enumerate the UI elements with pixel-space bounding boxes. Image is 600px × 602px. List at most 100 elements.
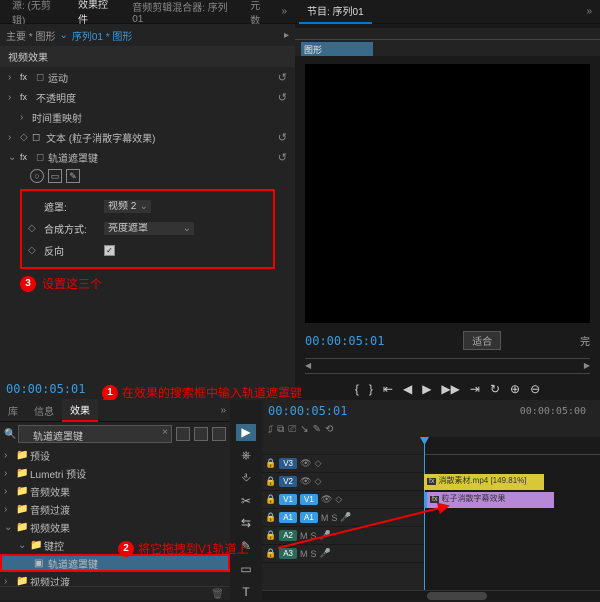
- tree-video-fx[interactable]: ⌄📁视频效果: [0, 518, 230, 536]
- tabs-overflow-icon[interactable]: »: [216, 405, 230, 416]
- effect-label: 运动: [48, 70, 278, 85]
- selection-tool-icon[interactable]: ▶: [236, 424, 256, 441]
- transport-controls: { } ⇤ ◀ ▶ ▶▶ ⇥ ↻ ⊕ ⊖: [295, 378, 600, 400]
- reverse-checkbox[interactable]: ✓: [104, 245, 115, 256]
- twisty-icon[interactable]: ⌄: [8, 152, 20, 163]
- reset-icon[interactable]: ↺: [278, 131, 287, 144]
- matte-select[interactable]: 视频 2: [104, 200, 151, 213]
- markers-icon[interactable]: ⎚: [288, 424, 296, 435]
- tab-info[interactable]: 信息: [26, 400, 62, 421]
- tree-presets[interactable]: ›📁预设: [0, 446, 230, 464]
- circle-number-icon: 1: [102, 385, 118, 401]
- track-a2[interactable]: 🔒A2MS🎤: [262, 527, 424, 545]
- effects-panel-tabs: 库 信息 效果 »: [0, 400, 230, 422]
- keyframe-toggle-icon[interactable]: ◻: [36, 72, 48, 83]
- tabs-overflow-icon[interactable]: »: [277, 6, 291, 17]
- tree-audio-fx[interactable]: ›📁音频效果: [0, 482, 230, 500]
- timeline-ruler[interactable]: [424, 437, 600, 455]
- zoom-fit-select[interactable]: 适合: [463, 331, 501, 350]
- pen-keyframe-icon[interactable]: ✎: [313, 424, 321, 435]
- yuv-filter-icon[interactable]: [212, 427, 226, 441]
- clip-v2[interactable]: 消散素材.mp4 [149.81%]: [424, 474, 544, 490]
- go-start-icon[interactable]: ⇤: [383, 382, 393, 396]
- keyframe-toggle-icon[interactable]: ◻: [36, 152, 48, 163]
- program-ruler[interactable]: [305, 358, 590, 374]
- rect-mask-icon[interactable]: ▭: [48, 169, 62, 183]
- pen-mask-icon[interactable]: ✎: [66, 169, 80, 183]
- scrollbar-thumb[interactable]: [427, 592, 487, 600]
- track-v2[interactable]: 🔒V2👁◇: [262, 473, 424, 491]
- overwrite-icon[interactable]: ⊖: [530, 382, 540, 396]
- tree-video-trans[interactable]: ›📁视频过渡: [0, 572, 230, 586]
- twisty-icon[interactable]: ›: [8, 72, 20, 83]
- track-v3[interactable]: 🔒V3👁◇: [262, 455, 424, 473]
- insert-icon[interactable]: ⊕: [510, 382, 520, 396]
- timeline-clip-area[interactable]: 消散素材.mp4 [149.81%] 粒子消散字幕效果: [424, 437, 600, 590]
- composite-select[interactable]: 亮度遮罩: [104, 222, 194, 235]
- linked-selection-icon[interactable]: ⧉: [277, 424, 284, 435]
- tabs-overflow-icon[interactable]: »: [582, 6, 596, 17]
- slip-tool-icon[interactable]: ⇆: [236, 515, 256, 532]
- tree-lumetri[interactable]: ›📁Lumetri 预设: [0, 464, 230, 482]
- prop-label: 合成方式:: [44, 221, 104, 236]
- mini-ruler[interactable]: [295, 28, 600, 40]
- settings-icon[interactable]: ⟲: [325, 424, 333, 435]
- stopwatch-icon[interactable]: ◇: [28, 245, 44, 256]
- reset-icon[interactable]: ↺: [278, 151, 287, 164]
- go-end-icon[interactable]: ⇥: [470, 382, 480, 396]
- ripple-tool-icon[interactable]: ⎀: [236, 470, 256, 487]
- twisty-icon[interactable]: ›: [20, 112, 32, 123]
- track-a3[interactable]: 🔒A3MS🎤: [262, 545, 424, 563]
- ellipse-mask-icon[interactable]: ○: [30, 169, 44, 183]
- stopwatch-icon[interactable]: ◇: [28, 223, 44, 234]
- collapse-icon[interactable]: ▸: [284, 30, 289, 41]
- tab-library[interactable]: 库: [0, 400, 26, 421]
- effect-motion[interactable]: › fx ◻ 运动 ↺: [0, 67, 295, 87]
- effects-search-input[interactable]: 轨道遮罩键 ×: [18, 425, 172, 443]
- reset-icon[interactable]: ↺: [278, 91, 287, 104]
- step-back-icon[interactable]: ◀: [403, 382, 412, 396]
- trash-icon[interactable]: 🗑: [211, 589, 224, 600]
- hand-tool-icon[interactable]: ▭: [236, 561, 256, 578]
- effect-opacity[interactable]: › fx 不透明度 ↺: [0, 87, 295, 107]
- tab-program[interactable]: 节目: 序列01: [299, 0, 372, 24]
- program-timecode[interactable]: 00:00:05:01: [305, 334, 384, 348]
- snap-icon[interactable]: ⎎: [268, 424, 273, 435]
- quality-select[interactable]: 完: [580, 333, 590, 348]
- loop-icon[interactable]: ↻: [490, 382, 500, 396]
- annotation-2: 2 将它拖拽到V1轨道上: [118, 540, 249, 557]
- timeline-timecode[interactable]: 00:00:05:01: [268, 404, 347, 418]
- effect-text[interactable]: › ◇ ◻ 文本 (粒子消散字幕效果) ↺: [0, 127, 295, 147]
- effect-time-remap[interactable]: › 时间重映射: [0, 107, 295, 127]
- preset-filter-icon[interactable]: [176, 427, 190, 441]
- twisty-icon[interactable]: ›: [8, 132, 20, 143]
- twisty-icon[interactable]: ›: [8, 92, 20, 103]
- annotation-1: 1 在效果的搜索框中输入轨道遮罩键: [102, 384, 302, 401]
- mark-out-icon[interactable]: }: [369, 382, 373, 396]
- accel-filter-icon[interactable]: [194, 427, 208, 441]
- effect-track-matte[interactable]: ⌄ fx ◻ 轨道遮罩键 ↺: [0, 147, 295, 167]
- play-icon[interactable]: ▶: [422, 382, 431, 396]
- razor-tool-icon[interactable]: ✂: [236, 492, 256, 509]
- reset-icon[interactable]: ↺: [278, 71, 287, 84]
- keyframe-toggle-icon[interactable]: ◇: [20, 132, 32, 143]
- clip-v1[interactable]: 粒子消散字幕效果: [424, 492, 554, 508]
- effect-label: 不透明度: [36, 90, 278, 105]
- tab-effects[interactable]: 效果: [62, 399, 98, 422]
- track-select-tool-icon[interactable]: ⎈: [236, 447, 256, 464]
- track-v1[interactable]: 🔒V1V1👁◇: [262, 491, 424, 509]
- timeline-scrollbar[interactable]: [262, 590, 600, 600]
- clear-search-icon[interactable]: ×: [162, 427, 168, 438]
- program-monitor[interactable]: [305, 64, 590, 323]
- mini-clip[interactable]: 图形: [301, 42, 373, 56]
- mini-timeline: 图形: [295, 28, 600, 56]
- type-tool-icon[interactable]: T: [236, 583, 256, 600]
- through-edits-icon[interactable]: ↘: [300, 424, 308, 435]
- mark-in-icon[interactable]: {: [355, 382, 359, 396]
- playhead[interactable]: [424, 437, 425, 590]
- tree-audio-trans[interactable]: ›📁音频过渡: [0, 500, 230, 518]
- step-fwd-icon[interactable]: ▶▶: [441, 382, 459, 396]
- timecode[interactable]: 00:00:05:01: [6, 382, 85, 396]
- effect-label: 时间重映射: [32, 110, 287, 125]
- track-a1[interactable]: 🔒A1A1MS🎤: [262, 509, 424, 527]
